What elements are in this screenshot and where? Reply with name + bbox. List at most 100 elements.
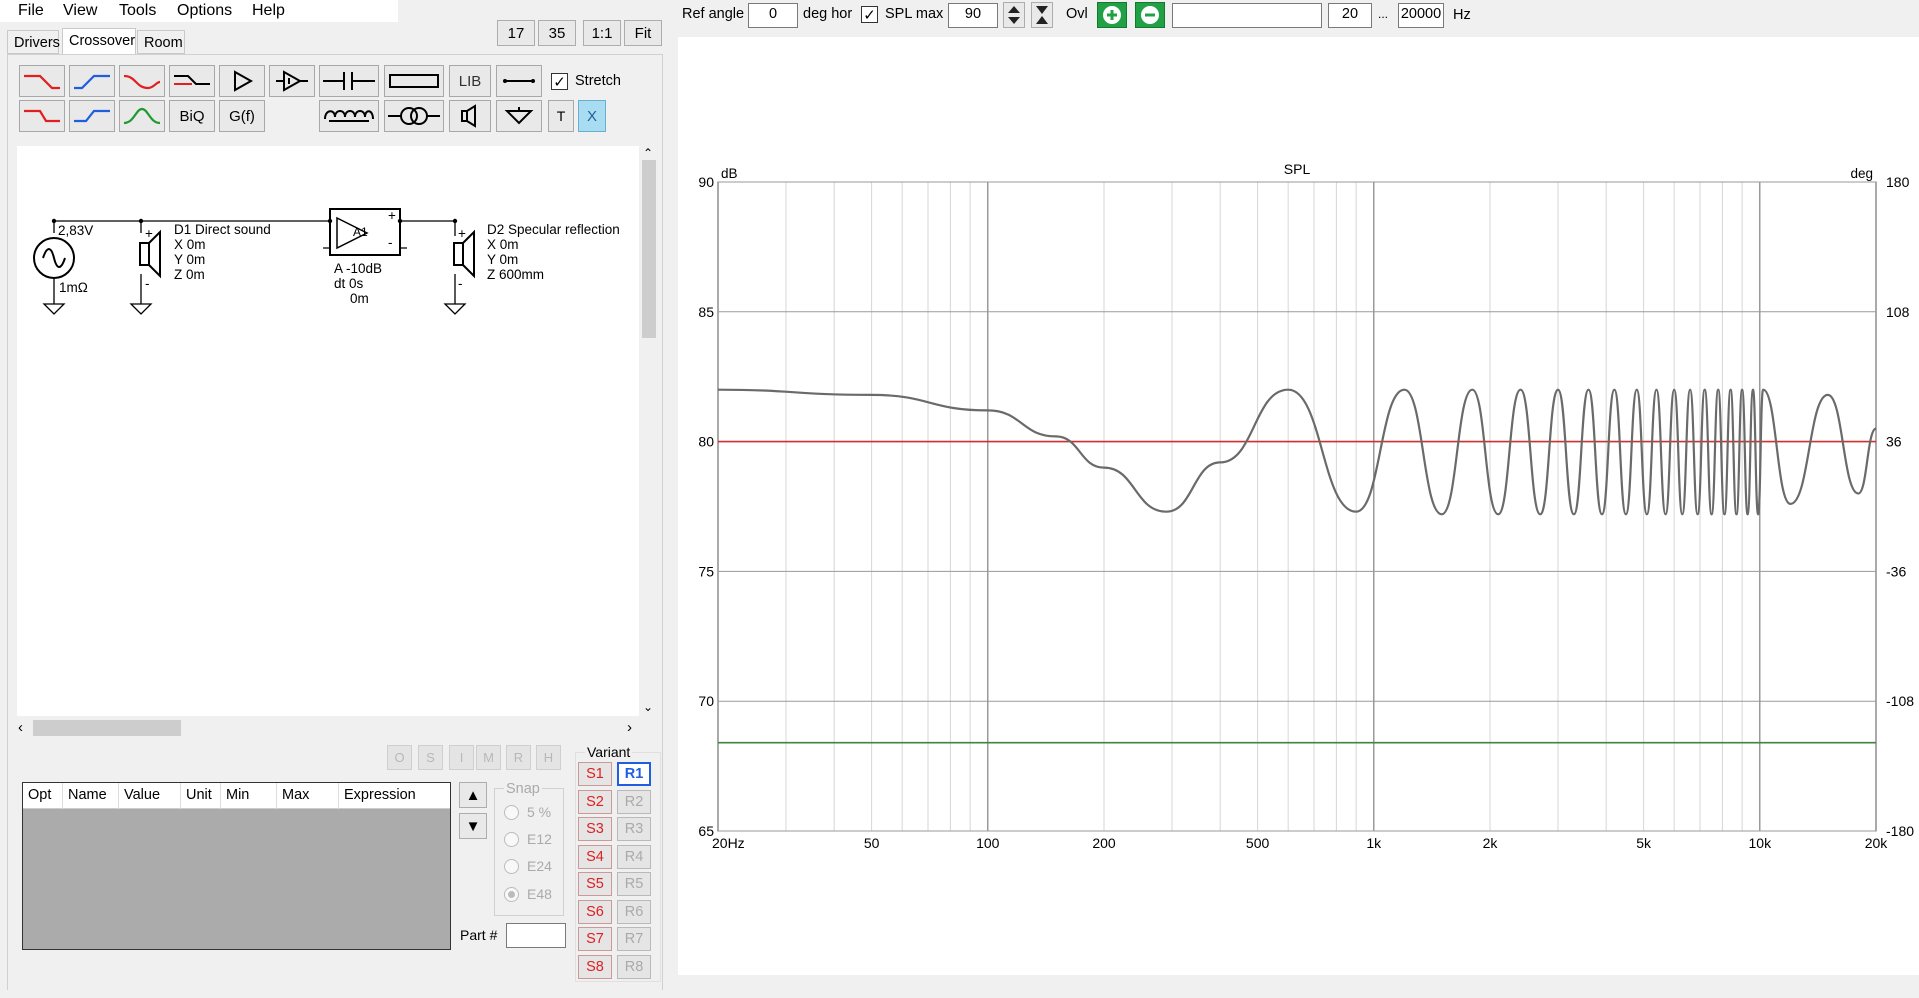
variant-r4-button[interactable]: R4 (617, 844, 651, 869)
col-max[interactable]: Max (277, 783, 339, 809)
vertical-scroll-thumb[interactable] (642, 160, 656, 338)
driver2-minus: - (458, 276, 463, 291)
opt-button-h[interactable]: H (536, 745, 561, 770)
stretch-checkbox[interactable]: ✓ (551, 73, 568, 91)
parameter-table[interactable]: Opt Name Value Unit Min Max Expression (22, 782, 451, 950)
amp-label: A1 (353, 225, 368, 239)
status-bar (0, 990, 665, 998)
library-button[interactable]: LIB (449, 65, 491, 97)
zoom-17-button[interactable]: 17 (497, 20, 535, 46)
ref-angle-input[interactable]: 0 (748, 3, 798, 28)
highpass-blue-2-icon[interactable] (69, 100, 115, 132)
col-unit[interactable]: Unit (181, 783, 221, 809)
overlay-name-input[interactable] (1172, 3, 1322, 28)
tab-drivers[interactable]: Drivers (7, 30, 60, 54)
snap-radio-e48[interactable] (504, 887, 519, 902)
lowpass-curve-red-icon[interactable] (119, 65, 165, 97)
ground-icon[interactable] (496, 100, 542, 132)
lowpass-red-icon[interactable] (19, 65, 65, 97)
col-expression[interactable]: Expression (339, 783, 450, 809)
menu-help[interactable]: Help (252, 2, 285, 20)
scroll-right-arrow-icon[interactable]: › (627, 719, 632, 736)
scroll-left-arrow-icon[interactable]: ‹ (18, 719, 23, 736)
remove-overlay-icon[interactable] (1135, 2, 1165, 28)
deg-hor-label: deg hor (803, 6, 853, 22)
tab-crossover[interactable]: Crossover (62, 28, 136, 55)
opt-button-r[interactable]: R (506, 745, 531, 770)
variant-s3-button[interactable]: S3 (578, 817, 612, 841)
variant-s6-button[interactable]: S6 (578, 899, 612, 924)
add-overlay-icon[interactable] (1097, 2, 1127, 28)
variant-s4-button[interactable]: S4 (578, 844, 612, 869)
delay-amplifier-icon[interactable] (269, 65, 315, 97)
freq-max-input[interactable]: 20000 (1398, 3, 1444, 28)
variant-r2-button[interactable]: R2 (617, 789, 651, 814)
move-up-button[interactable]: ▲ (459, 782, 487, 808)
zoom-1to1-button[interactable]: 1:1 (583, 20, 621, 46)
opt-button-m[interactable]: M (476, 745, 501, 770)
tab-room[interactable]: Room (137, 30, 185, 54)
variant-r1-button[interactable]: R1 (617, 762, 651, 786)
shelf-filter-icon[interactable] (169, 65, 215, 97)
menu-view[interactable]: View (63, 2, 97, 20)
move-down-button[interactable]: ▼ (459, 813, 487, 839)
zoom-fit-button[interactable]: Fit (624, 20, 662, 46)
variant-s7-button[interactable]: S7 (578, 927, 612, 951)
variant-s8-button[interactable]: S8 (578, 954, 612, 979)
variant-r8-button[interactable]: R8 (617, 954, 651, 979)
bandpass-green-icon[interactable] (119, 100, 165, 132)
scroll-down-arrow-icon[interactable]: ⌄ (643, 700, 653, 714)
zoom-35-button[interactable]: 35 (538, 20, 576, 46)
col-min[interactable]: Min (221, 783, 277, 809)
y-right-tick-label: 108 (1886, 304, 1910, 320)
wire-icon[interactable] (496, 65, 542, 97)
spl-max-checkbox[interactable]: ✓ (861, 6, 878, 24)
snap-radio-5pct[interactable] (504, 805, 519, 820)
source-voltage-label: 2,83V (58, 223, 94, 238)
gf-button[interactable]: G(f) (219, 100, 265, 132)
horizontal-scroll-thumb[interactable] (33, 720, 181, 736)
freq-min-input[interactable]: 20 (1328, 3, 1372, 28)
ref-angle-label: Ref angle (682, 6, 745, 22)
variant-s1-button[interactable]: S1 (578, 762, 612, 786)
y-tick-label: 75 (698, 563, 714, 579)
lowpass-red-2-icon[interactable] (19, 100, 65, 132)
variant-s2-button[interactable]: S2 (578, 789, 612, 814)
capacitor-icon[interactable] (319, 65, 379, 97)
col-name[interactable]: Name (63, 783, 119, 809)
speaker-icon[interactable] (449, 100, 491, 132)
snap-radio-e12[interactable] (504, 832, 519, 847)
transformer-icon[interactable] (384, 100, 444, 132)
part-number-input[interactable] (506, 923, 566, 948)
spl-max-spinner[interactable] (1003, 2, 1025, 28)
highpass-blue-icon[interactable] (69, 65, 115, 97)
opt-button-i[interactable]: I (449, 745, 474, 770)
menu-options[interactable]: Options (177, 2, 232, 20)
spl-max-input[interactable]: 90 (948, 3, 998, 28)
variant-r6-button[interactable]: R6 (617, 899, 651, 924)
source-impedance-label: 1mΩ (59, 280, 88, 295)
radio-dot (508, 891, 515, 898)
driver1-x: X 0m (174, 237, 206, 252)
menu-tools[interactable]: Tools (119, 2, 156, 20)
text-tool-button[interactable]: T (548, 100, 574, 132)
amplifier-icon[interactable] (219, 65, 265, 97)
variant-s5-button[interactable]: S5 (578, 872, 612, 896)
resistor-icon[interactable] (384, 65, 444, 97)
opt-button-o[interactable]: O (387, 745, 412, 770)
delete-tool-button[interactable]: X (578, 100, 606, 132)
variant-r3-button[interactable]: R3 (617, 817, 651, 841)
freq-range-ellipsis: ... (1378, 7, 1389, 21)
variant-r5-button[interactable]: R5 (617, 872, 651, 896)
amp-offset: 0m (350, 291, 369, 306)
inductor-icon[interactable] (319, 100, 379, 132)
collapse-button[interactable] (1031, 2, 1053, 28)
menu-file[interactable]: File (18, 2, 44, 20)
variant-r7-button[interactable]: R7 (617, 927, 651, 951)
col-opt[interactable]: Opt (23, 783, 63, 809)
col-value[interactable]: Value (119, 783, 181, 809)
snap-radio-e24[interactable] (504, 859, 519, 874)
scroll-up-arrow-icon[interactable]: ⌃ (643, 146, 653, 160)
opt-button-s[interactable]: S (418, 745, 443, 770)
biquad-button[interactable]: BiQ (169, 100, 215, 132)
